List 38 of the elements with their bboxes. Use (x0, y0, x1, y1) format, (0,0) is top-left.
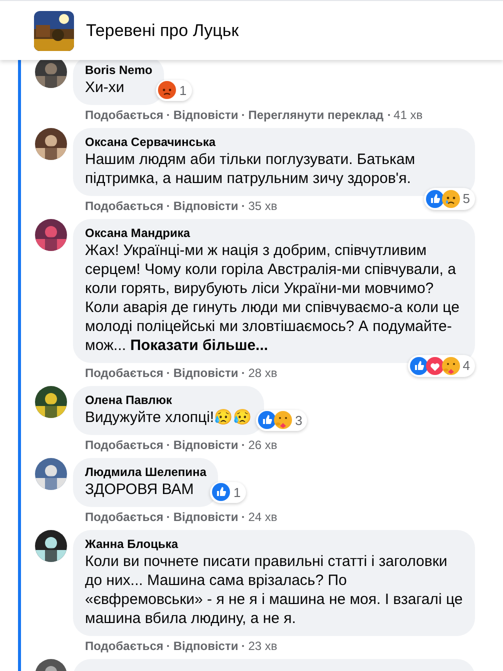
action-link[interactable]: Відповісти (173, 107, 238, 123)
action-link[interactable]: Відповісти (173, 437, 238, 453)
comment-text: Видужуйте хлопці!😥😥 (85, 408, 252, 427)
author-name[interactable]: Boris Nemo (85, 62, 152, 78)
timestamp[interactable]: 28 хв (248, 365, 278, 381)
page-title: Теревені про Луцьк (86, 20, 239, 42)
comment-text: Нашим людям аби тільки поглузувати. Батькам підтримка, а нашим патрульним зичу здоров'я. (85, 150, 416, 188)
timestamp[interactable]: 24 хв (248, 509, 278, 525)
timestamp[interactable]: 26 хв (248, 437, 278, 453)
author-name[interactable]: Оксана Сервачинська (85, 134, 216, 150)
reaction-badge[interactable]: 3 (256, 410, 308, 431)
action-link[interactable]: Відповісти (173, 198, 238, 214)
action-link[interactable]: Переглянути переклад (248, 107, 384, 123)
author-name[interactable]: Жанна Блоцька (85, 536, 178, 552)
reaction-badge[interactable]: 5 (424, 188, 475, 210)
action-link[interactable]: Подобається (85, 365, 164, 381)
action-link[interactable]: Відповісти (173, 509, 238, 525)
reaction-badge[interactable]: 4 (408, 355, 475, 376)
reaction-badge[interactable]: 1 (156, 80, 192, 101)
action-link[interactable]: Подобається (85, 509, 164, 525)
author-name[interactable]: Оксана Мандрика (85, 225, 190, 241)
comment-text: Коли ви почнете писати правильні статті і заголовки до них... Машина сама врізалась? По «євфремовськи» - я не я і машина не моя. І взагалі це машина вбила людину, а не я. (85, 552, 463, 628)
action-link[interactable]: Відповісти (173, 638, 238, 654)
comment-text: Жах! Українці-ми ж нація з добрим, співчутливим серцем! Чому коли горіла Австралія-ми співчували, а коли горять, вирубують ліси України-ми мовчимо? Коли аварія де гинуть люди ми співчуваємо-а коли це молоді поліцейські ми зловтішаємось? А подумайте-мож... Показати більше... (85, 241, 460, 355)
action-link[interactable]: Подобається (85, 198, 164, 214)
timestamp[interactable]: 23 хв (248, 638, 278, 654)
action-link[interactable]: Відповісти (173, 365, 238, 381)
timestamp[interactable]: 35 хв (248, 198, 278, 214)
author-name[interactable]: Людмила Шелепина (85, 464, 206, 480)
timestamp[interactable]: 41 хв (394, 107, 423, 123)
action-link[interactable]: Подобається (85, 638, 164, 654)
action-link[interactable]: Подобається (85, 437, 164, 453)
comment-text: Хи-хи (85, 78, 126, 97)
comment-text: ЗДОРОВЯ ВАМ (85, 480, 195, 499)
reaction-badge[interactable]: 1 (210, 482, 246, 503)
author-name[interactable]: Олена Павлюк (85, 392, 172, 408)
see-more-link[interactable]: Показати більше... (130, 337, 268, 354)
action-link[interactable]: Подобається (85, 107, 164, 123)
